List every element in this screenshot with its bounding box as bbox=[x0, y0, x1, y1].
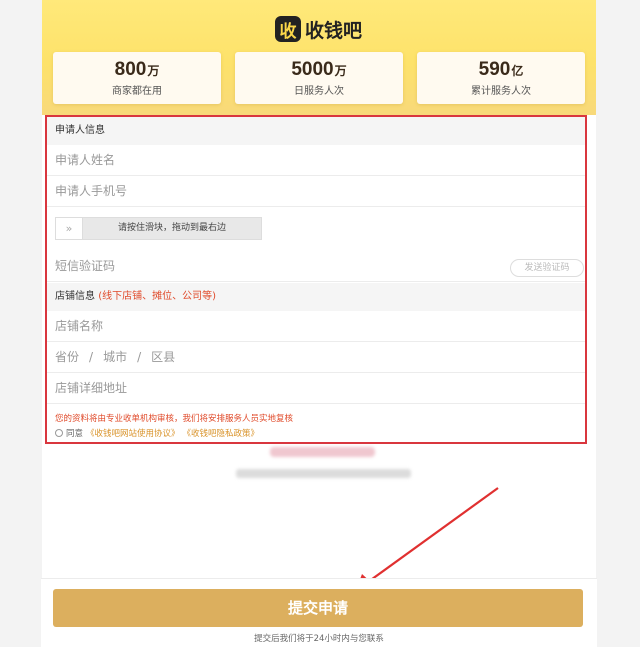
region-picker[interactable]: 省份 / 城市 / 区县 bbox=[47, 342, 585, 373]
agreement-row: 同意 《收钱吧网站使用协议》 《收钱吧隐私政策》 bbox=[55, 427, 259, 439]
stat-number: 800 bbox=[114, 59, 147, 80]
store-name-input[interactable]: 店铺名称 bbox=[47, 311, 585, 342]
stat-label: 累计服务人次 bbox=[471, 86, 531, 97]
stat-merchants: 800万 商家都在用 bbox=[53, 52, 221, 104]
district-select[interactable]: 区县 bbox=[151, 342, 175, 373]
stat-unit: 亿 bbox=[511, 64, 524, 78]
region-separator: / bbox=[89, 349, 94, 364]
store-section-title: 店铺信息 (线下店铺、摊位、公司等) bbox=[47, 283, 585, 311]
bottom-submit-bar: 提交申请 提交后我们将于24小时内与您联系 bbox=[41, 578, 597, 647]
logo-icon: 收 bbox=[275, 16, 301, 42]
slider-hint: 请按住滑块，拖动到最右边 bbox=[117, 223, 226, 233]
agree-label: 同意 bbox=[66, 429, 84, 439]
brand-name: 收钱吧 bbox=[305, 19, 363, 42]
stat-number: 5000 bbox=[291, 59, 334, 80]
stat-number: 590 bbox=[478, 59, 511, 80]
stat-daily: 5000万 日服务人次 bbox=[235, 52, 403, 104]
stat-unit: 万 bbox=[147, 64, 160, 78]
region-separator: / bbox=[137, 349, 142, 364]
city-select[interactable]: 城市 bbox=[103, 342, 127, 373]
page-container: 收 收钱吧 800万 商家都在用 5000万 日服务人次 590亿 累计服务人次… bbox=[42, 0, 596, 647]
store-section-label: 店铺信息 bbox=[55, 291, 95, 302]
stat-label: 日服务人次 bbox=[294, 86, 344, 97]
applicant-section-title: 申请人信息 bbox=[47, 117, 585, 145]
privacy-link[interactable]: 《收钱吧隐私政策》 bbox=[183, 427, 260, 439]
submit-button[interactable]: 提交申请 bbox=[53, 589, 583, 627]
province-select[interactable]: 省份 bbox=[55, 342, 79, 373]
agree-radio[interactable] bbox=[55, 429, 63, 437]
blurred-text bbox=[270, 447, 375, 457]
store-section-note: (线下店铺、摊位、公司等) bbox=[98, 291, 216, 302]
send-code-button[interactable]: 发送验证码 bbox=[510, 259, 584, 277]
applicant-name-input[interactable]: 申请人姓名 bbox=[47, 145, 585, 176]
review-notice: 您的资料将由专业收单机构审核，我们将安排服务人员实地复核 bbox=[55, 414, 294, 424]
brand-logo: 收 收钱吧 bbox=[275, 14, 362, 44]
submit-note: 提交后我们将于24小时内与您联系 bbox=[254, 634, 384, 644]
applicant-phone-input[interactable]: 申请人手机号 bbox=[47, 176, 585, 207]
stat-unit: 万 bbox=[334, 64, 347, 78]
hero-banner: 收 收钱吧 800万 商家都在用 5000万 日服务人次 590亿 累计服务人次 bbox=[42, 0, 596, 115]
store-address-input[interactable]: 店铺详细地址 bbox=[47, 373, 585, 404]
slider-handle[interactable]: » bbox=[56, 218, 83, 239]
sms-code-input[interactable]: 短信验证码 bbox=[47, 251, 585, 282]
slider-captcha[interactable]: » 请按住滑块，拖动到最右边 bbox=[55, 217, 262, 240]
application-form: 申请人信息 申请人姓名 申请人手机号 » 请按住滑块，拖动到最右边 短信验证码 … bbox=[45, 115, 587, 444]
stat-label: 商家都在用 bbox=[112, 86, 162, 97]
terms-link[interactable]: 《收钱吧网站使用协议》 bbox=[86, 427, 180, 439]
stat-total: 590亿 累计服务人次 bbox=[417, 52, 585, 104]
blurred-text bbox=[236, 469, 411, 478]
